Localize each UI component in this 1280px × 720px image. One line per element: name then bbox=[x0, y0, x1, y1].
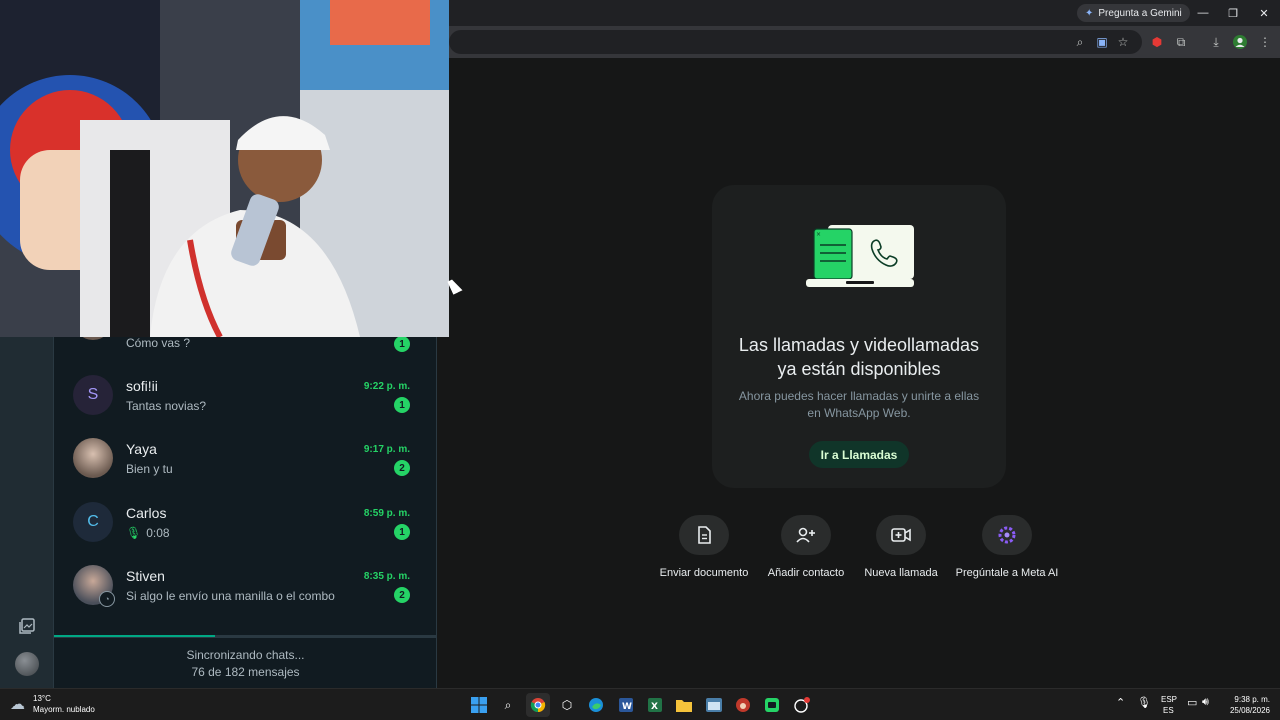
whatsapp-icon[interactable] bbox=[760, 693, 784, 717]
profile-avatar[interactable] bbox=[15, 652, 39, 676]
chat-time: 8:35 p. m. bbox=[363, 571, 410, 582]
chat-name: Carlos bbox=[126, 505, 167, 521]
network-icon[interactable]: ▭ bbox=[1187, 696, 1197, 709]
avatar bbox=[73, 438, 113, 478]
chat-time: 8:59 p. m. bbox=[363, 508, 410, 519]
webcam-overlay bbox=[0, 0, 449, 337]
windows-taskbar: ☁ 13°C Mayorm. nublado ⌕ ⬡ W X ⌃ 🎙︎ ESP … bbox=[0, 688, 1280, 720]
action-label: Nueva llamada bbox=[864, 567, 938, 579]
calls-illustration-icon: × bbox=[806, 225, 914, 287]
meta-ai-icon bbox=[982, 515, 1032, 555]
chat-preview: Tantas novias? bbox=[126, 399, 207, 413]
profile-icon[interactable] bbox=[1231, 33, 1249, 51]
notification-app-icon[interactable] bbox=[790, 693, 814, 717]
gemini-button-label: Pregunta a Gemini bbox=[1098, 7, 1182, 19]
status-icon: ◔ bbox=[99, 591, 115, 607]
menu-icon[interactable]: ⋮ bbox=[1256, 33, 1274, 51]
chat-time: 9:22 p. m. bbox=[363, 381, 410, 392]
action-label: Pregúntale a Meta AI bbox=[955, 567, 1059, 579]
chat-name: Yaya bbox=[126, 441, 157, 457]
weather-description: Mayorm. nublado bbox=[33, 705, 95, 714]
mic-icon: 🎙︎ bbox=[126, 526, 142, 540]
gemini-icon: ✦ bbox=[1085, 7, 1094, 19]
chat-preview: Cómo vas ? bbox=[126, 336, 191, 350]
zoom-icon[interactable]: ⌕ bbox=[1071, 33, 1089, 51]
unread-badge: 2 bbox=[394, 460, 410, 476]
unity-icon[interactable]: ⬡ bbox=[555, 693, 579, 717]
sync-count: 76 de 182 mensajes bbox=[191, 665, 300, 679]
microphone-icon[interactable]: 🎙︎ bbox=[1137, 696, 1151, 709]
video-call-icon bbox=[876, 515, 926, 555]
document-icon bbox=[679, 515, 729, 555]
translate-icon[interactable]: ▣ bbox=[1093, 33, 1111, 51]
word-icon[interactable]: W bbox=[614, 693, 638, 717]
media-icon[interactable] bbox=[15, 614, 39, 638]
card-title: Las llamadas y videollamadas ya están di… bbox=[738, 335, 980, 379]
svg-text:W: W bbox=[622, 702, 632, 712]
unread-badge: 2 bbox=[394, 587, 410, 603]
chat-row[interactable]: ◔ Stiven 8:35 p. m. Si algo le envío una… bbox=[54, 561, 437, 624]
screen: ✦ Pregunta a Gemini — ❐ ✕ ⌕ ▣ ☆ ⬢ ⧉ ⤓ ⋮ … bbox=[0, 0, 1280, 720]
chat-name: Stiven bbox=[126, 568, 165, 584]
calls-announcement-card: × Las llamadas y videollamadas ya están … bbox=[712, 185, 1006, 488]
ask-meta-ai-action[interactable]: Pregúntale a Meta AI bbox=[947, 515, 1067, 579]
unread-badge: 1 bbox=[394, 524, 410, 540]
svg-text:×: × bbox=[816, 231, 821, 238]
address-bar[interactable] bbox=[449, 30, 1142, 54]
close-icon[interactable]: ✕ bbox=[1249, 4, 1279, 22]
file-explorer-icon[interactable] bbox=[672, 693, 696, 717]
app-window-icon[interactable] bbox=[702, 693, 726, 717]
start-icon[interactable] bbox=[467, 693, 491, 717]
clock-date[interactable]: 25/08/2026 bbox=[1220, 706, 1270, 715]
chat-name: sofi!ii bbox=[126, 378, 158, 394]
new-call-action[interactable]: Nueva llamada bbox=[841, 515, 961, 579]
edge-icon[interactable] bbox=[584, 693, 608, 717]
webcam-video-image bbox=[0, 0, 449, 337]
chat-preview: Bien y tu bbox=[126, 462, 173, 476]
volume-icon[interactable]: 🔊︎ bbox=[1202, 696, 1209, 709]
sync-title: Sincronizando chats... bbox=[186, 648, 305, 662]
weather-cloud-icon[interactable]: ☁ bbox=[10, 695, 30, 713]
chat-row[interactable]: C Carlos 8:59 p. m. 🎙︎ 0:08 1 bbox=[54, 498, 437, 561]
card-subtitle: Ahora puedes hacer llamadas y unirte a e… bbox=[738, 389, 980, 420]
excel-icon[interactable]: X bbox=[643, 693, 667, 717]
chat-row[interactable]: Yaya 9:17 p. m. Bien y tu 2 bbox=[54, 434, 437, 497]
extensions-icon[interactable]: ⧉ bbox=[1172, 33, 1190, 51]
keyboard-layout[interactable]: ES bbox=[1163, 706, 1174, 715]
unread-badge: 1 bbox=[394, 397, 410, 413]
download-icon[interactable]: ⤓ bbox=[1207, 33, 1225, 51]
wa-main-pane: × Las llamadas y videollamadas ya están … bbox=[437, 58, 1280, 688]
svg-text:X: X bbox=[651, 702, 658, 712]
chat-preview: 🎙︎ 0:08 bbox=[126, 526, 170, 540]
chat-preview: Si algo le envío una manilla o el combo bbox=[126, 589, 335, 603]
add-contact-icon bbox=[781, 515, 831, 555]
game-icon[interactable] bbox=[731, 693, 755, 717]
avatar: C bbox=[73, 502, 113, 542]
avatar: S bbox=[73, 375, 113, 415]
shield-icon[interactable]: ⬢ bbox=[1148, 33, 1166, 51]
gemini-button[interactable]: ✦ Pregunta a Gemini bbox=[1077, 4, 1190, 22]
restore-icon[interactable]: ❐ bbox=[1218, 4, 1248, 22]
chat-time: 9:17 p. m. bbox=[363, 444, 410, 455]
search-icon[interactable]: ⌕ bbox=[496, 693, 520, 717]
weather-temperature: 13°C bbox=[33, 694, 51, 703]
avatar: ◔ bbox=[73, 565, 115, 607]
sync-status: Sincronizando chats... 76 de 182 mensaje… bbox=[54, 637, 437, 688]
chrome-icon[interactable] bbox=[526, 693, 550, 717]
minimize-icon[interactable]: — bbox=[1188, 4, 1218, 22]
chevron-up-icon[interactable]: ⌃ bbox=[1116, 696, 1125, 709]
clock-time[interactable]: 9:38 p. m. bbox=[1224, 695, 1270, 704]
star-icon[interactable]: ☆ bbox=[1114, 33, 1132, 51]
language-indicator[interactable]: ESP bbox=[1161, 695, 1177, 704]
unread-badge: 1 bbox=[394, 336, 410, 352]
go-to-calls-button[interactable]: Ir a Llamadas bbox=[809, 441, 909, 468]
chat-row[interactable]: S sofi!ii 9:22 p. m. Tantas novias? 1 bbox=[54, 371, 437, 434]
